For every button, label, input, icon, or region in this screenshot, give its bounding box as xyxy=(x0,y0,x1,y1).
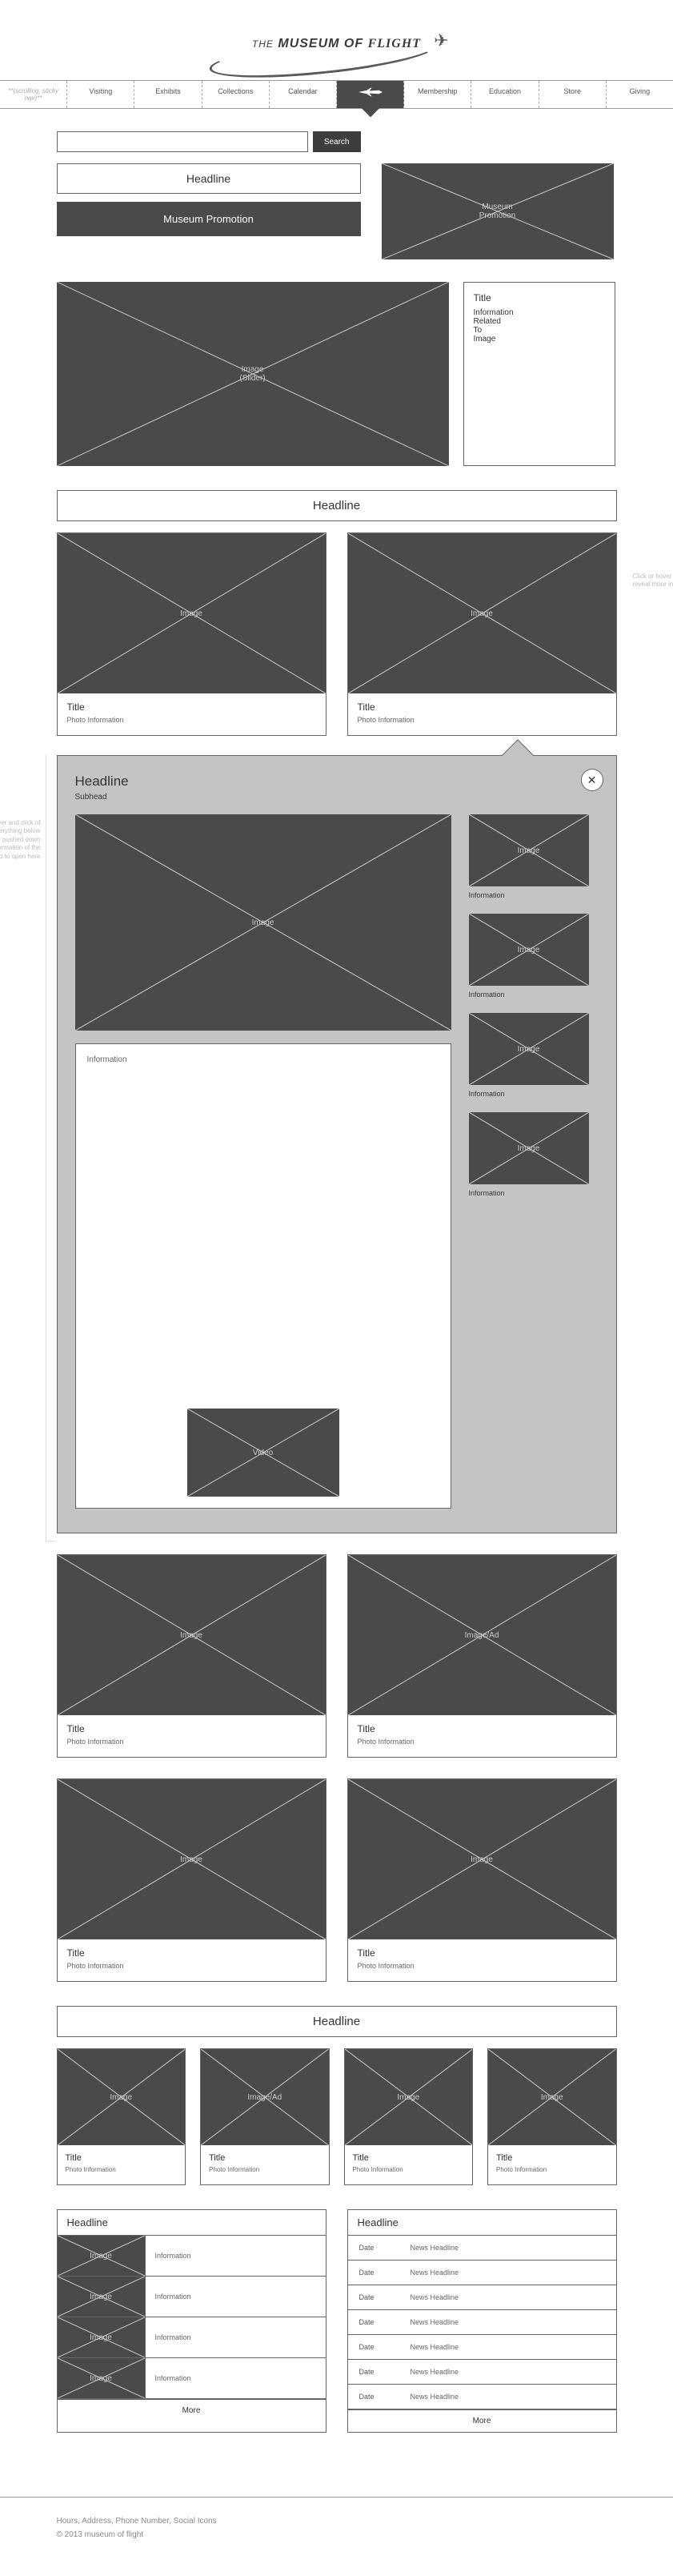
list-item[interactable]: ImageInformation xyxy=(58,2317,326,2358)
site-footer: Hours, Address, Phone Number, Social Ico… xyxy=(0,2497,673,2576)
featured-list-headline: Headline xyxy=(58,2210,326,2236)
gallery-card-small[interactable]: Image/AdTitlePhoto Information xyxy=(200,2048,330,2185)
gallery-card[interactable]: ImageTitlePhoto Information xyxy=(57,1554,326,1758)
nav-giving[interactable]: Giving xyxy=(607,81,673,108)
news-row[interactable]: DateNews Headline xyxy=(348,2236,616,2261)
detail-thumb[interactable]: ImageInformation xyxy=(469,1013,589,1098)
gallery-card[interactable]: Image TitlePhoto Information xyxy=(57,532,326,736)
gallery-card[interactable]: Image/AdTitlePhoto Information xyxy=(347,1554,617,1758)
news-row[interactable]: DateNews Headline xyxy=(348,2335,616,2360)
site-logo[interactable]: THE MUSEUM OF FLIGHT xyxy=(201,16,473,72)
gallery-card[interactable]: Image TitlePhoto Information xyxy=(347,532,617,736)
featured-list-panel: Headline ImageInformation ImageInformati… xyxy=(57,2209,326,2433)
gallery-card-small[interactable]: ImageTitlePhoto Information xyxy=(344,2048,474,2185)
detail-video[interactable]: Video xyxy=(187,1409,339,1497)
gallery-card-small[interactable]: ImageTitlePhoto Information xyxy=(57,2048,186,2185)
gallery-card[interactable]: ImageTitlePhoto Information xyxy=(57,1778,326,1982)
search-button[interactable]: Search xyxy=(313,131,361,152)
nav-store[interactable]: Store xyxy=(539,81,607,108)
detail-thumbnail-column: ImageInformation ImageInformation ImageI… xyxy=(469,814,589,1509)
logo-area: THE MUSEUM OF FLIGHT xyxy=(0,0,673,80)
nav-education[interactable]: Education xyxy=(471,81,539,108)
annotation-hover-note: Click or hover on image to reveal more i… xyxy=(633,573,673,589)
news-row[interactable]: DateNews Headline xyxy=(348,2285,616,2310)
section1-headline: Headline xyxy=(57,490,617,521)
detail-subhead: Subhead xyxy=(75,793,600,802)
nav-exhibits[interactable]: Exhibits xyxy=(134,81,202,108)
list-item[interactable]: ImageInformation xyxy=(58,2236,326,2277)
news-row[interactable]: DateNews Headline xyxy=(348,2385,616,2409)
museum-promotion-image[interactable]: Museum Promotion xyxy=(382,163,614,259)
slider-info-title: Title xyxy=(474,292,605,303)
news-row[interactable]: DateNews Headline xyxy=(348,2261,616,2285)
nav-collections[interactable]: Collections xyxy=(202,81,270,108)
close-icon: ✕ xyxy=(587,774,597,787)
nav-calendar[interactable]: Calendar xyxy=(270,81,337,108)
primary-nav: **(scrolling, sticky nav)** Visiting Exh… xyxy=(0,80,673,109)
hero-slider-image[interactable]: Image (Slider) xyxy=(57,282,449,466)
expanded-detail-panel: ✕ Headline Subhead Image Information Vid… xyxy=(57,755,617,1533)
slider-info-text: Information Related To Image xyxy=(474,308,605,344)
section3-headline: Headline xyxy=(57,2006,617,2037)
gallery-card[interactable]: ImageTitlePhoto Information xyxy=(347,1778,617,1982)
more-button[interactable]: More xyxy=(58,2399,326,2421)
logo-text: THE MUSEUM OF FLIGHT xyxy=(252,37,421,51)
nav-tagline: **(scrolling, sticky nav)** xyxy=(0,81,67,108)
annotation-expand-note: On roll-over and click of image everythi… xyxy=(0,819,41,861)
news-row[interactable]: DateNews Headline xyxy=(348,2310,616,2335)
nav-home-active[interactable] xyxy=(337,81,404,108)
news-list-headline: Headline xyxy=(348,2210,616,2236)
top-headline: Headline xyxy=(57,163,361,194)
list-item[interactable]: ImageInformation xyxy=(58,2358,326,2399)
close-button[interactable]: ✕ xyxy=(581,769,603,791)
news-list-panel: Headline DateNews Headline DateNews Head… xyxy=(347,2209,617,2433)
gallery-card-small[interactable]: ImageTitlePhoto Information xyxy=(487,2048,617,2185)
nav-membership[interactable]: Membership xyxy=(404,81,471,108)
more-button[interactable]: More xyxy=(348,2409,616,2432)
detail-info-box: Information Video xyxy=(75,1043,451,1509)
footer-copyright: © 2013 museum of flight xyxy=(57,2530,617,2539)
detail-thumb[interactable]: ImageInformation xyxy=(469,814,589,899)
detail-thumb[interactable]: ImageInformation xyxy=(469,1112,589,1197)
plane-icon xyxy=(359,87,383,97)
news-row[interactable]: DateNews Headline xyxy=(348,2360,616,2385)
list-item[interactable]: ImageInformation xyxy=(58,2277,326,2317)
detail-thumb[interactable]: ImageInformation xyxy=(469,914,589,999)
footer-contact-line: Hours, Address, Phone Number, Social Ico… xyxy=(57,2517,617,2526)
slider-info-panel: Title Information Related To Image xyxy=(463,282,615,466)
nav-visiting[interactable]: Visiting xyxy=(67,81,134,108)
detail-main-image[interactable]: Image xyxy=(75,814,451,1031)
museum-promotion-bar[interactable]: Museum Promotion xyxy=(57,202,361,236)
search-input[interactable] xyxy=(57,131,308,152)
detail-headline: Headline xyxy=(75,774,600,790)
